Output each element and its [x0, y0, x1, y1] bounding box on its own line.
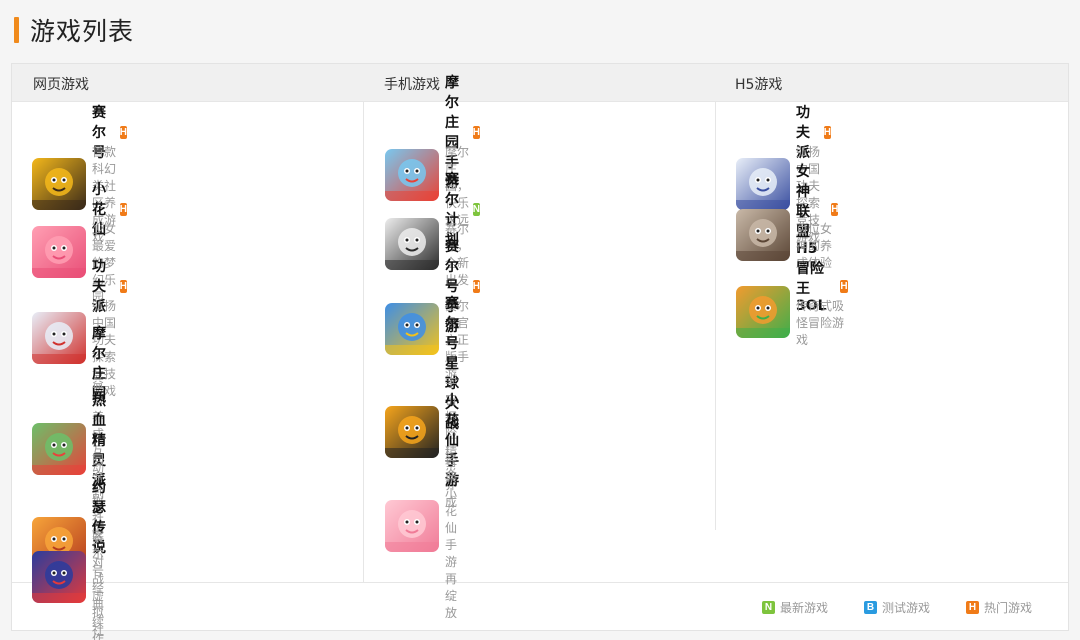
legend-hot: H 热门游戏: [965, 599, 1032, 616]
game-name-row: 约瑟传说: [92, 480, 106, 556]
game-description: 传奇式吸怪冒险游戏: [796, 299, 845, 347]
game-name-row: 热血精灵派: [92, 393, 106, 489]
hot-badge-icon: H: [840, 279, 848, 293]
column-divider: [715, 102, 716, 530]
game-list-panel: 网页游戏 手机游戏 H5游戏 赛尔号 H 首款科幻类社区养成游戏 小花仙 H 少女最爱的梦…: [11, 63, 1069, 640]
new-badge-icon: N: [761, 601, 775, 614]
seer-plan-icon[interactable]: [385, 217, 439, 270]
beta-badge-icon: B: [863, 601, 877, 614]
hot-badge-icon: H: [965, 601, 979, 614]
legend-label: 测试游戏: [881, 601, 930, 615]
seer-mobile-icon[interactable]: [385, 303, 439, 355]
column-header-h5: H5游戏: [735, 77, 783, 93]
legend-label: 热门游戏: [983, 601, 1032, 615]
hot-badge-icon: H: [823, 125, 831, 139]
column-divider: [363, 102, 364, 582]
title-accent-bar: [14, 17, 19, 43]
game-meta: 冒险王3OL H 传奇式吸怪冒险游戏: [796, 261, 848, 348]
game-name-row: 摩尔庄园: [92, 326, 106, 402]
game-name-row: 摩尔庄园手游 H: [445, 75, 480, 191]
hot-badge-icon: H: [472, 279, 480, 293]
game-name-row: 赛尔号星球大战: [445, 296, 459, 432]
hot-badge-icon: H: [119, 279, 127, 293]
game-description: 赛尔号经典续作: [92, 530, 105, 640]
hot-badge-icon: H: [831, 202, 839, 216]
game-meta: 小花仙手游 经典小花仙 手游再绽放: [445, 393, 459, 621]
game-name-row: 赛尔号 H: [92, 105, 127, 161]
column-header-web: 网页游戏: [33, 77, 89, 93]
flower-fairy-icon[interactable]: [32, 226, 86, 278]
joseph-icon[interactable]: [32, 551, 86, 603]
game-item[interactable]: 小花仙手游 经典小花仙 手游再绽放: [385, 393, 459, 621]
game-item[interactable]: 约瑟传说 赛尔号经典续作: [32, 480, 106, 640]
legend-new: N 最新游戏: [761, 599, 828, 616]
game-name-row: 功夫派 H: [92, 259, 127, 315]
legend-beta: B 测试游戏: [863, 599, 930, 616]
game-name-row: 小花仙手游: [445, 393, 459, 489]
game-name-row: 小花仙 H: [92, 182, 127, 238]
game-name-row: 赛尔计划 N: [445, 172, 480, 248]
game-description: 经典小花仙 手游再绽放: [445, 453, 458, 620]
hot-badge-icon: H: [119, 202, 127, 216]
game-name-row: 功夫派 H: [796, 105, 831, 161]
new-badge-icon: N: [472, 202, 480, 216]
hot-badge-icon: H: [472, 125, 480, 139]
game-meta: 约瑟传说 赛尔号经典续作: [92, 480, 106, 640]
flower-mobile-icon[interactable]: [385, 499, 439, 552]
badge-legend: N 最新游戏 B 测试游戏 H 热门游戏: [761, 599, 1032, 616]
page-title-text: 游戏列表: [30, 17, 135, 46]
game-name-row: 女神联盟H5 H: [796, 164, 839, 257]
mole-mobile-icon[interactable]: [385, 149, 439, 201]
footer-divider: [12, 582, 1068, 583]
game-item[interactable]: 冒险王3OL H 传奇式吸怪冒险游戏: [736, 261, 848, 348]
hot-badge-icon: H: [119, 125, 127, 139]
game-item[interactable]: 赛尔计划 N 赛尔号，全新出发: [385, 172, 480, 288]
legend-label: 最新游戏: [779, 601, 828, 615]
adventure-icon[interactable]: [736, 286, 790, 338]
page-title: 游戏列表: [14, 12, 134, 48]
game-name-row: 冒险王3OL H: [796, 261, 848, 314]
column-header-row: 网页游戏 手机游戏 H5游戏: [12, 64, 1068, 102]
column-header-mobile: 手机游戏: [384, 77, 440, 93]
goddess-icon[interactable]: [736, 209, 790, 261]
